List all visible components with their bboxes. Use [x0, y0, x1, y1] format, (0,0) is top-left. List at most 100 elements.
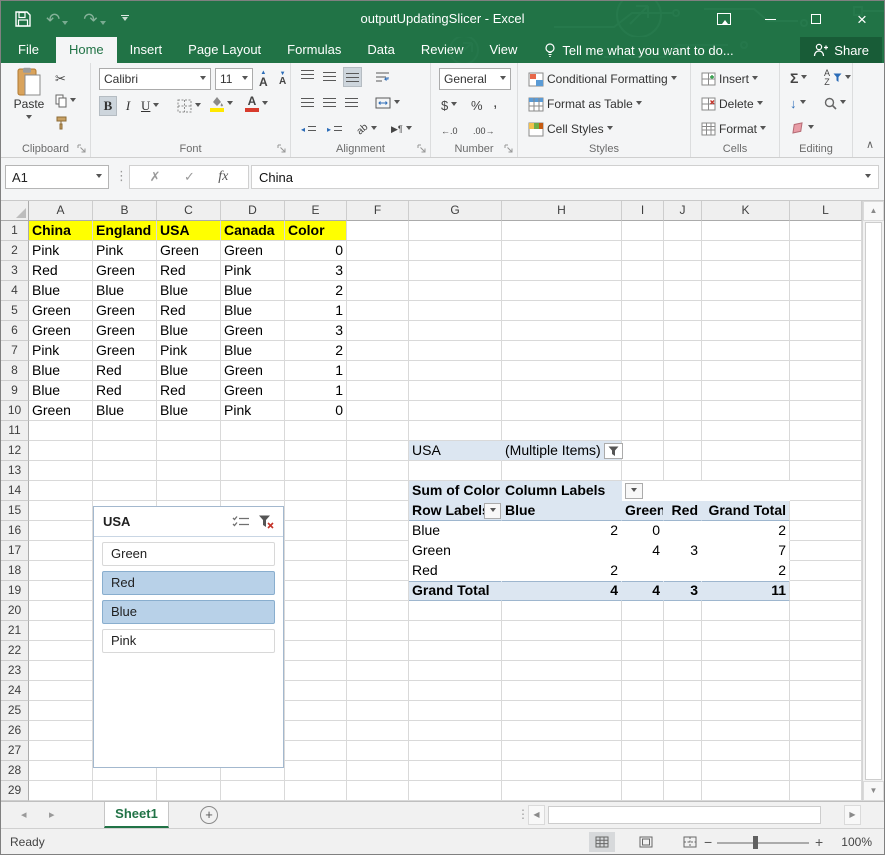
cell-A23[interactable]	[29, 661, 93, 681]
cell-B14[interactable]	[93, 481, 157, 501]
scroll-down-button[interactable]: ▼	[863, 781, 884, 801]
cell-K15[interactable]: Grand Total	[702, 501, 790, 521]
font-name-select[interactable]: Calibri	[99, 68, 211, 90]
cell-H6[interactable]	[502, 321, 622, 341]
cell-I7[interactable]	[622, 341, 664, 361]
cell-C29[interactable]	[157, 781, 221, 801]
cell-D5[interactable]: Blue	[221, 301, 285, 321]
cell-L2[interactable]	[790, 241, 862, 261]
row-header-16[interactable]: 16	[1, 521, 29, 541]
cell-J26[interactable]	[664, 721, 702, 741]
cell-A16[interactable]	[29, 521, 93, 541]
clipboard-dialog-launcher[interactable]	[77, 144, 86, 153]
new-sheet-button[interactable]: +	[200, 806, 218, 824]
font-size-select[interactable]: 11	[215, 68, 253, 90]
cell-L9[interactable]	[790, 381, 862, 401]
cell-J14[interactable]	[664, 481, 702, 501]
row-header-2[interactable]: 2	[1, 241, 29, 261]
cell-F12[interactable]	[347, 441, 409, 461]
cell-H2[interactable]	[502, 241, 622, 261]
row-header-1[interactable]: 1	[1, 221, 29, 241]
column-header-K[interactable]: K	[702, 201, 790, 221]
accounting-format-button[interactable]: $	[439, 95, 459, 115]
cell-K11[interactable]	[702, 421, 790, 441]
cell-H28[interactable]	[502, 761, 622, 781]
cell-G24[interactable]	[409, 681, 502, 701]
cell-F16[interactable]	[347, 521, 409, 541]
tab-file[interactable]: File	[1, 37, 56, 63]
cell-K14[interactable]	[702, 481, 790, 501]
cell-H21[interactable]	[502, 621, 622, 641]
cell-H27[interactable]	[502, 741, 622, 761]
zoom-level[interactable]: 100%	[841, 835, 872, 849]
column-header-B[interactable]: B	[93, 201, 157, 221]
cell-A8[interactable]: Blue	[29, 361, 93, 381]
scroll-up-button[interactable]: ▲	[863, 201, 884, 221]
column-header-I[interactable]: I	[622, 201, 664, 221]
cell-J13[interactable]	[664, 461, 702, 481]
pivot-row-labels-dropdown[interactable]	[484, 503, 501, 519]
cell-C9[interactable]: Red	[157, 381, 221, 401]
row-header-8[interactable]: 8	[1, 361, 29, 381]
cell-A14[interactable]	[29, 481, 93, 501]
increase-indent-button[interactable]: ▸	[325, 119, 344, 139]
save-button[interactable]	[15, 11, 31, 27]
ribbon-display-options-button[interactable]	[709, 1, 739, 37]
cell-B8[interactable]: Red	[93, 361, 157, 381]
cell-E24[interactable]	[285, 681, 347, 701]
cell-D29[interactable]	[221, 781, 285, 801]
italic-button[interactable]: I	[121, 96, 135, 116]
cell-B12[interactable]	[93, 441, 157, 461]
cell-E4[interactable]: 2	[285, 281, 347, 301]
cell-F14[interactable]	[347, 481, 409, 501]
cell-H3[interactable]	[502, 261, 622, 281]
bold-button[interactable]: B	[99, 96, 117, 116]
number-dialog-launcher[interactable]	[504, 144, 513, 153]
enter-icon[interactable]: ✓	[184, 169, 195, 185]
row-header-11[interactable]: 11	[1, 421, 29, 441]
cell-D13[interactable]	[221, 461, 285, 481]
cell-J5[interactable]	[664, 301, 702, 321]
maximize-button[interactable]	[801, 1, 831, 37]
cell-A19[interactable]	[29, 581, 93, 601]
cell-F17[interactable]	[347, 541, 409, 561]
cell-C7[interactable]: Pink	[157, 341, 221, 361]
cell-D10[interactable]: Pink	[221, 401, 285, 421]
cell-J27[interactable]	[664, 741, 702, 761]
cell-E25[interactable]	[285, 701, 347, 721]
autosum-button[interactable]: Σ	[788, 68, 809, 88]
cell-I20[interactable]	[622, 601, 664, 621]
cell-B6[interactable]: Green	[93, 321, 157, 341]
cell-L29[interactable]	[790, 781, 862, 801]
cell-A28[interactable]	[29, 761, 93, 781]
page-layout-view-button[interactable]	[633, 832, 659, 852]
cell-A15[interactable]	[29, 501, 93, 521]
row-header-23[interactable]: 23	[1, 661, 29, 681]
cell-K19[interactable]: 11	[702, 581, 790, 601]
cell-E14[interactable]	[285, 481, 347, 501]
cell-F11[interactable]	[347, 421, 409, 441]
cell-H13[interactable]	[502, 461, 622, 481]
cell-I2[interactable]	[622, 241, 664, 261]
decrease-indent-button[interactable]: ◂	[299, 119, 318, 139]
align-right-button[interactable]	[343, 93, 360, 113]
cell-I16[interactable]: 0	[622, 521, 664, 541]
cell-K21[interactable]	[702, 621, 790, 641]
cell-K1[interactable]	[702, 221, 790, 241]
customize-quick-access-button[interactable]	[121, 15, 129, 24]
horizontal-scrollbar-thumb[interactable]	[548, 806, 821, 824]
cell-E20[interactable]	[285, 601, 347, 621]
cell-C6[interactable]: Blue	[157, 321, 221, 341]
cell-J10[interactable]	[664, 401, 702, 421]
cell-H18[interactable]: 2	[502, 561, 622, 581]
cell-C2[interactable]: Green	[157, 241, 221, 261]
row-header-9[interactable]: 9	[1, 381, 29, 401]
cell-H24[interactable]	[502, 681, 622, 701]
cell-G3[interactable]	[409, 261, 502, 281]
cell-J1[interactable]	[664, 221, 702, 241]
pivot-column-labels-dropdown[interactable]	[625, 483, 643, 499]
cell-G12[interactable]: USA	[409, 441, 502, 461]
cell-I1[interactable]	[622, 221, 664, 241]
align-middle-button[interactable]	[321, 67, 338, 87]
cell-K27[interactable]	[702, 741, 790, 761]
